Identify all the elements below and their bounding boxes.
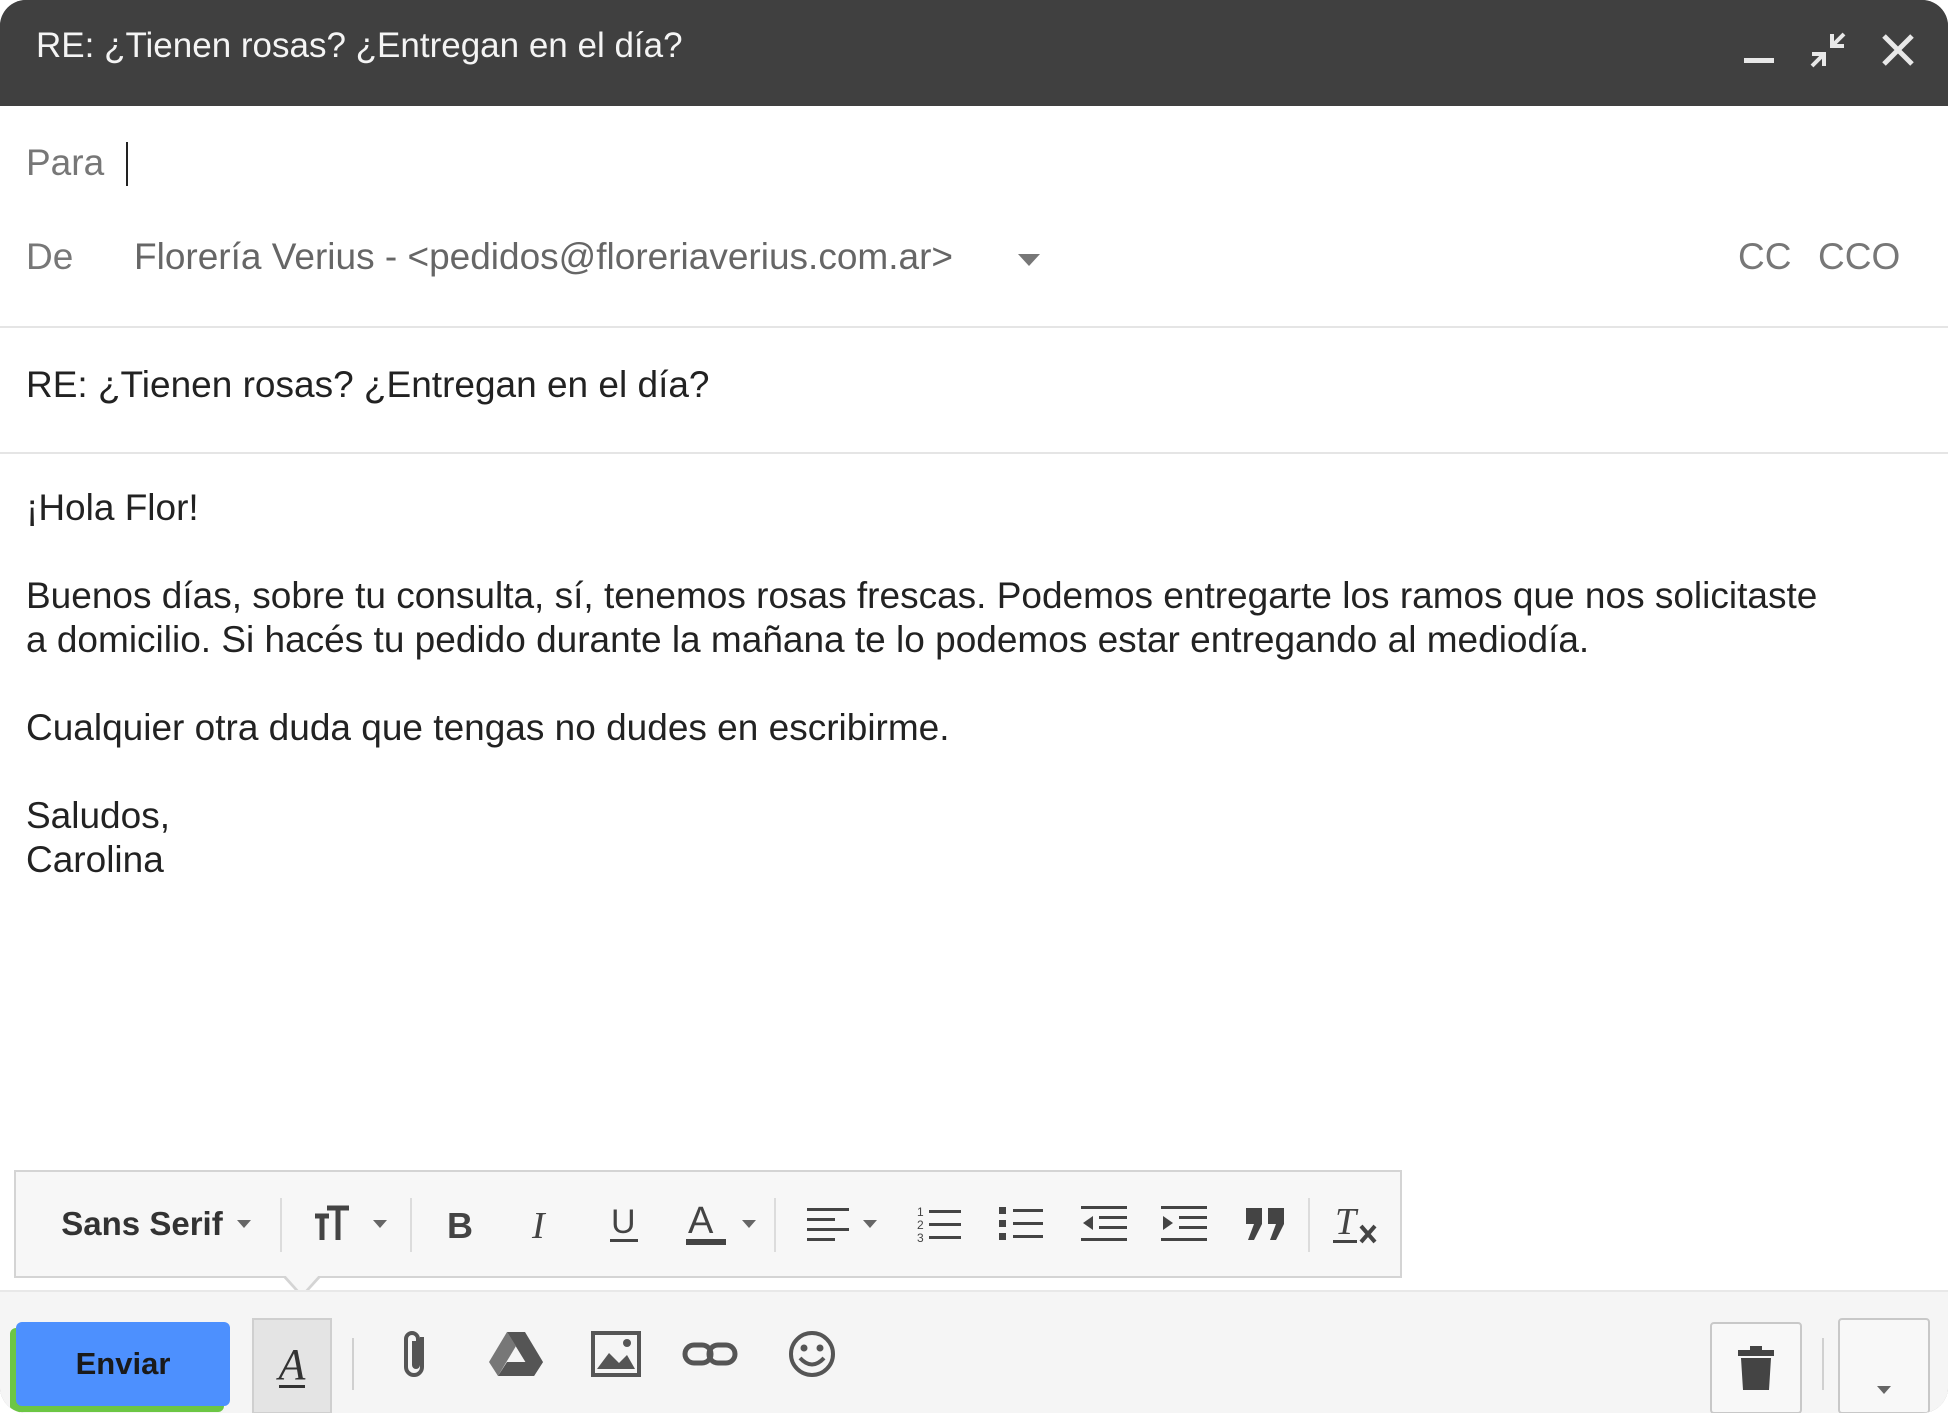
insert-link-icon[interactable] bbox=[678, 1322, 742, 1386]
svg-text:I: I bbox=[531, 1206, 547, 1242]
minimize-icon[interactable] bbox=[1738, 28, 1782, 72]
divider bbox=[0, 452, 1948, 454]
exit-fullscreen-icon[interactable] bbox=[1806, 28, 1850, 72]
to-label: Para bbox=[26, 142, 105, 183]
compose-window: RE: ¿Tienen rosas? ¿Entregan en el día? … bbox=[0, 0, 1948, 1413]
from-row: De Florería Verius - <pedidos@floreriave… bbox=[0, 236, 1948, 286]
formatting-toolbar: Sans Serif B I U A 1 2 3 T bbox=[14, 1170, 1402, 1278]
trash-icon[interactable] bbox=[1710, 1322, 1802, 1413]
from-label: De bbox=[26, 236, 74, 277]
body-line: Buenos días, sobre tu consulta, sí, tene… bbox=[26, 575, 1818, 616]
svg-text:U: U bbox=[611, 1203, 636, 1241]
remove-formatting-icon[interactable]: T bbox=[1324, 1192, 1388, 1256]
window-title: RE: ¿Tienen rosas? ¿Entregan en el día? bbox=[36, 26, 683, 65]
compose-titlebar[interactable]: RE: ¿Tienen rosas? ¿Entregan en el día? bbox=[0, 0, 1948, 106]
font-family-label: Sans Serif bbox=[61, 1205, 223, 1242]
chevron-down-icon bbox=[1877, 1386, 1891, 1394]
attach-icon[interactable] bbox=[384, 1322, 448, 1386]
text-color-icon[interactable]: A bbox=[670, 1192, 770, 1256]
chevron-down-icon bbox=[742, 1220, 756, 1228]
svg-text:B: B bbox=[447, 1206, 473, 1242]
from-dropdown-icon[interactable] bbox=[1018, 254, 1040, 266]
divider bbox=[0, 326, 1948, 328]
drive-icon[interactable] bbox=[484, 1322, 548, 1386]
quote-icon[interactable] bbox=[1234, 1192, 1298, 1256]
underline-icon[interactable]: U bbox=[592, 1192, 656, 1256]
bcc-button[interactable]: CCO bbox=[1818, 236, 1900, 278]
from-value[interactable]: Florería Verius - <pedidos@floreriaveriu… bbox=[134, 236, 953, 278]
font-family-select[interactable]: Sans Serif bbox=[46, 1192, 266, 1256]
chevron-down-icon bbox=[863, 1220, 877, 1228]
svg-text:T: T bbox=[1335, 1202, 1359, 1243]
close-icon[interactable] bbox=[1876, 28, 1920, 72]
bulleted-list-icon[interactable] bbox=[990, 1192, 1054, 1256]
italic-icon[interactable]: I bbox=[510, 1192, 574, 1256]
insert-photo-icon[interactable] bbox=[584, 1322, 648, 1386]
body-line: a domicilio. Si hacés tu pedido durante … bbox=[26, 619, 1590, 660]
more-options-icon[interactable] bbox=[1838, 1318, 1930, 1413]
formatting-options-icon[interactable]: A bbox=[252, 1318, 332, 1413]
send-button[interactable]: Enviar bbox=[16, 1322, 230, 1406]
compose-content: Para De Florería Verius - <pedidos@flore… bbox=[0, 106, 1948, 1413]
subject-field[interactable]: RE: ¿Tienen rosas? ¿Entregan en el día? bbox=[26, 364, 710, 406]
body-line: Cualquier otra duda que tengas no dudes … bbox=[26, 707, 950, 748]
svg-text:2: 2 bbox=[917, 1218, 924, 1232]
align-icon[interactable] bbox=[792, 1192, 892, 1256]
body-greeting: ¡Hola Flor! bbox=[26, 487, 199, 528]
bold-icon[interactable]: B bbox=[428, 1192, 492, 1256]
body-closing: Saludos, bbox=[26, 795, 170, 836]
svg-text:1: 1 bbox=[917, 1205, 924, 1219]
bottom-toolbar: Enviar A bbox=[0, 1290, 1948, 1413]
text-cursor bbox=[126, 142, 128, 186]
message-body[interactable]: ¡Hola Flor! Buenos días, sobre tu consul… bbox=[26, 486, 1926, 882]
to-row[interactable]: Para bbox=[0, 142, 1948, 192]
chevron-down-icon bbox=[236, 1220, 251, 1228]
chevron-down-icon bbox=[373, 1220, 387, 1228]
cc-button[interactable]: CC bbox=[1738, 236, 1791, 278]
indent-more-icon[interactable] bbox=[1152, 1192, 1216, 1256]
emoji-icon[interactable] bbox=[780, 1322, 844, 1386]
font-size-icon[interactable] bbox=[300, 1192, 400, 1256]
indent-less-icon[interactable] bbox=[1072, 1192, 1136, 1256]
svg-text:A: A bbox=[688, 1201, 714, 1242]
body-signature: Carolina bbox=[26, 839, 164, 880]
numbered-list-icon[interactable]: 1 2 3 bbox=[908, 1192, 972, 1256]
svg-text:3: 3 bbox=[917, 1231, 924, 1244]
